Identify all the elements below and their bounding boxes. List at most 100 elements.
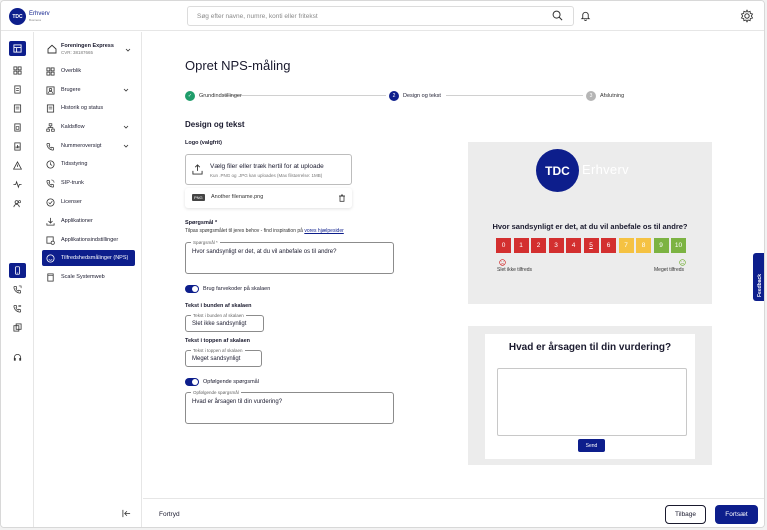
license-icon	[46, 197, 55, 207]
send-button[interactable]: Send	[578, 439, 605, 452]
smile-icon	[46, 253, 55, 263]
nav-item-label: Nummeroversigt	[61, 143, 102, 149]
rail-grid-button[interactable]	[9, 63, 26, 78]
rail-warning-button[interactable]	[9, 158, 26, 173]
followup-textarea[interactable]	[497, 368, 687, 436]
rail-list-button[interactable]	[9, 101, 26, 116]
nav-item-nps[interactable]: Tilfredshedsmålinger (NPS)	[42, 250, 135, 266]
collapse-sidebar-icon[interactable]	[122, 509, 131, 518]
scale-option-1[interactable]: 1	[513, 238, 529, 253]
scale-option-6[interactable]: 6	[601, 238, 616, 253]
scale-option-4[interactable]: 4	[566, 238, 581, 253]
search-icon[interactable]	[552, 10, 563, 21]
step-afslutning[interactable]: 3 Afslutning	[586, 90, 624, 101]
trash-icon[interactable]	[338, 194, 346, 202]
search-input[interactable]: Søg efter navne, numre, konti eller frit…	[187, 6, 574, 26]
nav-item-tidsstyring[interactable]: Tidsstyring	[42, 156, 135, 172]
sip-icon	[46, 179, 55, 187]
field-legend: Tekst i toppen af skalaen	[191, 348, 245, 353]
scale-option-10[interactable]: 10	[671, 238, 686, 253]
step-label: Grundindstillinger	[199, 92, 242, 99]
nps-preview: TDC Erhverv Hvor sandsynligt er det, at …	[468, 142, 712, 304]
nav-item-label: Overblik	[61, 68, 82, 74]
nav-item-sip-trunk[interactable]: SIP-trunk	[42, 175, 135, 191]
followup-card: Hvad er årsagen til din vurdering? Send	[485, 334, 695, 459]
rail-support-button[interactable]	[9, 350, 26, 365]
nav-item-brugere[interactable]: Brugere	[42, 82, 135, 98]
help-pages-link[interactable]: vores hjælpesider	[304, 228, 343, 234]
document-icon	[14, 85, 21, 94]
upload-dropzone[interactable]: Vælg filer eller træk hertil for at uplo…	[185, 154, 352, 185]
followup-toggle[interactable]	[185, 378, 199, 386]
users-icon	[46, 85, 55, 95]
preview-logo-text: TDC	[545, 163, 570, 178]
upload-hint: Kun .PNG og .JPG kan uploades (Max filst…	[210, 173, 323, 178]
rail-invoice-button[interactable]	[9, 120, 26, 135]
file-name: Another filename.png	[211, 194, 264, 200]
scale-high-text: Meget tilfreds	[654, 267, 685, 273]
rail-users-button[interactable]	[9, 196, 26, 211]
scale-low-text: Slet ikke tilfreds	[497, 267, 533, 273]
colorcode-toggle[interactable]	[185, 285, 199, 293]
cancel-button[interactable]: Fortryd	[159, 511, 180, 518]
nav-item-overblik[interactable]: Overblik	[42, 63, 135, 79]
preview-logo-word: Erhverv	[582, 162, 629, 177]
rail-activity-button[interactable]	[9, 177, 26, 192]
rail-document-button[interactable]	[9, 82, 26, 97]
icon-rail	[1, 32, 34, 527]
step-number: 3	[586, 90, 596, 101]
question-field[interactable]: Spørgsmål * Hvor sandsynligt er det, at …	[185, 240, 394, 274]
gear-icon[interactable]	[740, 9, 754, 23]
top-bar: TDC Erhverv Business Søg efter navne, nu…	[1, 1, 764, 31]
nav-item-licenser[interactable]: Licenser	[42, 194, 135, 210]
upload-text: Vælg filer eller træk hertil for at uplo…	[210, 163, 324, 170]
brand-name: Erhverv	[29, 11, 50, 17]
nav-item-scale-systemweb[interactable]: Scale Systemweb	[42, 269, 135, 285]
scale-option-2[interactable]: 2	[531, 238, 546, 253]
bottom-text-label: Tekst i bunden af skalaen	[185, 303, 252, 309]
step-grundindstillinger[interactable]: ✓ Grundindstillinger	[185, 90, 242, 101]
step-design-og-tekst[interactable]: 2 Design og tekst	[389, 90, 441, 101]
nav-item-historik[interactable]: Historik og status	[42, 100, 135, 116]
history-icon	[46, 103, 55, 113]
rail-copy-button[interactable]	[9, 320, 26, 335]
rail-mobile-button[interactable]	[9, 263, 26, 278]
scale-option-9[interactable]: 9	[653, 238, 669, 253]
scale-option-7[interactable]: 7	[618, 238, 634, 253]
feedback-tab[interactable]: Feedback	[753, 253, 764, 301]
invoice-icon	[14, 123, 21, 132]
app-window: TDC Erhverv Business Søg efter navne, nu…	[0, 0, 765, 528]
list-icon	[13, 104, 22, 113]
next-button[interactable]: Fortsæt	[715, 505, 758, 524]
scale-option-3[interactable]: 3	[548, 238, 564, 253]
mobile-icon	[15, 266, 20, 275]
nav-item-label: Tilfredshedsmålinger (NPS)	[61, 255, 129, 261]
org-name[interactable]: Foreningen Express	[61, 43, 114, 49]
bell-icon[interactable]	[580, 10, 591, 21]
nav-item-label: Applikationsindstillinger	[61, 237, 119, 243]
nav-item-kaldsflow[interactable]: Kaldsflow	[42, 119, 135, 135]
top-text-field[interactable]: Tekst i toppen af skalaen Meget sandsynl…	[185, 348, 262, 367]
rail-dashboard-button[interactable]	[9, 41, 26, 56]
chevron-down-icon[interactable]	[125, 47, 131, 53]
step-label: Design og tekst	[403, 92, 441, 99]
rail-phone-forward-button[interactable]	[9, 282, 26, 297]
nav-item-label: Scale Systemweb	[61, 274, 105, 280]
scale-option-8[interactable]: 8	[636, 238, 651, 253]
tdc-logo[interactable]: TDC	[9, 8, 26, 25]
nav-item-applikationer[interactable]: Applikationer	[42, 213, 135, 229]
followup-preview: Hvad er årsagen til din vurdering? Send	[468, 326, 712, 465]
scale-option-0[interactable]: 0	[496, 238, 511, 253]
followup-field[interactable]: Opfølgende spørgsmål Hvad er årsagen til…	[185, 390, 394, 424]
scale-option-5[interactable]: 5	[583, 238, 599, 253]
rail-phone-transfer-button[interactable]	[9, 301, 26, 316]
logo-label: Logo (valgfrit)	[185, 140, 222, 146]
nav-item-applikationsindstillinger[interactable]: Applikationsindstillinger	[42, 232, 135, 248]
bottom-text-field[interactable]: Tekst i bunden af skalaen Slet ikke sand…	[185, 313, 264, 332]
nav-item-nummeroversigt[interactable]: Nummeroversigt	[42, 138, 135, 154]
chevron-down-icon	[123, 88, 129, 92]
followup-question: Hvad er årsagen til din vurdering?	[508, 342, 672, 353]
rail-report-button[interactable]	[9, 139, 26, 154]
back-button[interactable]: Tilbage	[665, 505, 706, 524]
headset-icon	[13, 354, 22, 361]
